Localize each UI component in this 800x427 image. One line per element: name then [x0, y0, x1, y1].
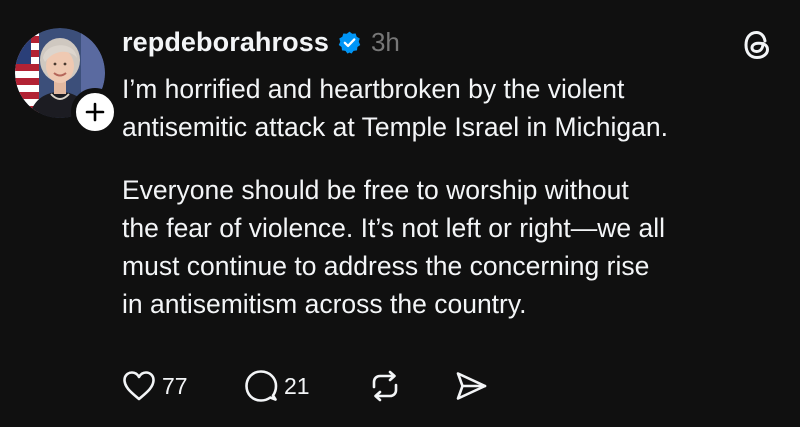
post-time: 3h [370, 26, 400, 57]
threads-logo-icon[interactable] [741, 27, 773, 63]
follow-button[interactable] [71, 88, 119, 136]
share-button[interactable] [454, 370, 488, 402]
like-count: 77 [162, 372, 188, 399]
plus-icon [85, 102, 105, 122]
speech-bubble-icon [245, 370, 278, 402]
heart-icon [123, 371, 155, 401]
reply-button[interactable]: 21 [244, 369, 368, 403]
post-body: I’m horrified and heartbroken by the vio… [122, 70, 787, 323]
thread-post: repdeborahross 3h I’m horrified and hear… [0, 0, 800, 427]
action-bar: 77 21 [122, 366, 488, 406]
repost-icon [372, 370, 398, 402]
verified-badge-icon [338, 31, 361, 54]
avatar-container [15, 28, 119, 136]
post-paragraph: Everyone should be free to worship witho… [122, 175, 666, 319]
send-icon [456, 372, 487, 400]
like-button[interactable]: 77 [122, 370, 244, 402]
username-link[interactable]: repdeborahross [122, 27, 329, 58]
post-paragraph: I’m horrified and heartbroken by the vio… [122, 74, 668, 142]
reply-count: 21 [284, 372, 310, 399]
post-header: repdeborahross 3h [122, 22, 400, 62]
repost-button[interactable] [368, 369, 454, 403]
